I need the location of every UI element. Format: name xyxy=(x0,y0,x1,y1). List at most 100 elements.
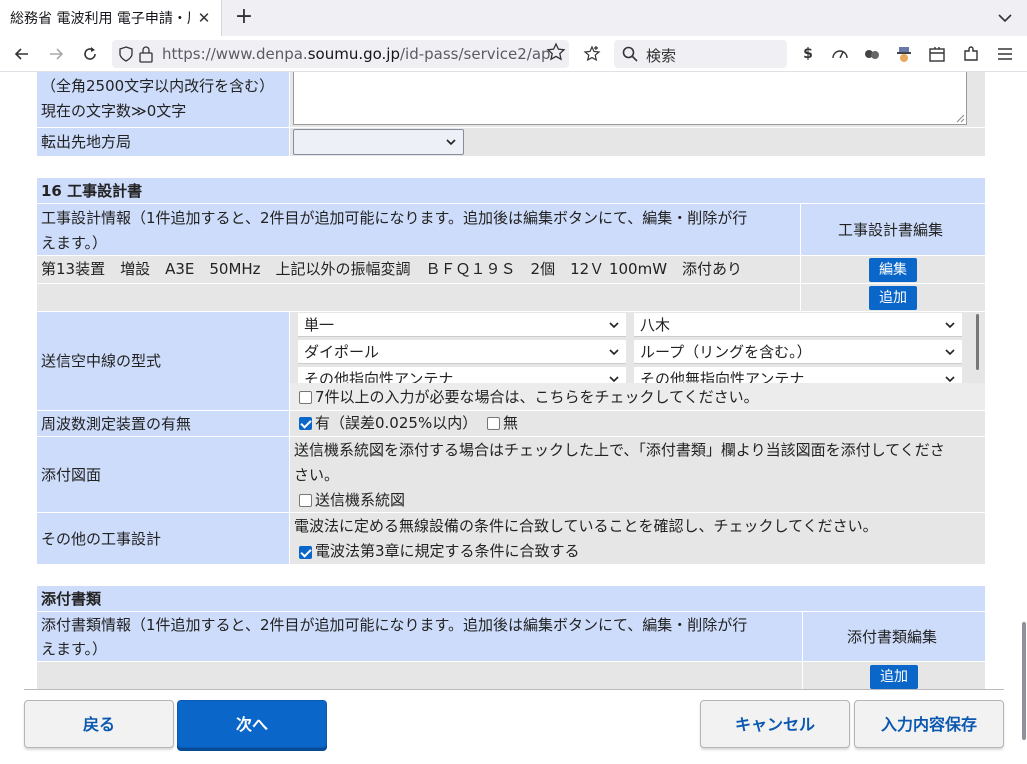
attachments-info-line-1: 添付書類情報（1件追加すると、2件目が追加可能になります。追加後は編集ボタンにて… xyxy=(41,616,748,634)
footer-divider xyxy=(24,689,1004,690)
antenna-select-5[interactable]: その他指向性アンテナ xyxy=(298,367,626,383)
page-scrollbar-thumb[interactable] xyxy=(1022,622,1026,740)
reading-list-icon[interactable] xyxy=(582,44,602,64)
transfer-select[interactable] xyxy=(293,129,464,155)
construction-record-cell: 第13装置 増設 A3E 50MHz 上記以外の振幅変調 ＢＦＱ１９Ｓ 2個 1… xyxy=(37,256,800,283)
freq-yes-label: 有（誤差0.025%以内） xyxy=(315,414,478,432)
tab-title: 総務省 電波利用 電子申請・届 xyxy=(10,11,190,27)
balls-extension-icon[interactable] xyxy=(862,44,882,64)
remarks-hint-1: （全角2500文字以内改行を含む） xyxy=(41,77,275,95)
construction-edit-header-cell: 工事設計書編集 xyxy=(801,204,985,255)
lock-icon[interactable] xyxy=(138,45,154,67)
page-scrollbar[interactable] xyxy=(1021,72,1027,764)
construction-empty-cell xyxy=(37,284,800,311)
construction-edit-header: 工事設計書編集 xyxy=(838,221,944,239)
transfer-value-cell xyxy=(290,128,985,156)
bookmark-star-icon[interactable] xyxy=(546,42,566,66)
antenna-select-1[interactable]: 単一 xyxy=(298,313,626,337)
other-design-checkbox-label: 電波法第3章に規定する条件に合致する xyxy=(315,542,580,560)
chevron-down-icon xyxy=(608,313,620,336)
antenna-more-label: 7件以上の入力が必要な場合は、こちらをチェックしてください。 xyxy=(315,388,759,406)
menu-hamburger-icon[interactable] xyxy=(995,44,1015,64)
extensions-puzzle-icon[interactable] xyxy=(961,44,981,64)
antenna-value-cell: 単一 八木 ダイポール ループ（リングを含む。） その他指向性アンテナ その他無… xyxy=(290,312,985,410)
attachments-section-heading: 添付書類 xyxy=(37,586,985,611)
drawing-label-cell: 添付図面 xyxy=(37,437,289,512)
container-extension-icon[interactable] xyxy=(927,44,947,64)
remarks-hint-2: 現在の文字数≫0文字 xyxy=(41,102,187,120)
other-design-note: 電波法に定める無線設備の条件に合致していることを確認し、チェックしてください。 xyxy=(294,517,878,535)
dollar-extension-icon[interactable]: $ xyxy=(798,44,818,64)
tab-close-icon[interactable]: ✕ xyxy=(195,9,213,27)
chevron-down-icon xyxy=(608,340,620,363)
address-bar[interactable]: https://www.denpa.soumu.go.jp/id-pass/se… xyxy=(112,40,569,68)
antenna-select-2[interactable]: 八木 xyxy=(634,313,962,337)
chevron-down-icon xyxy=(944,313,956,336)
attachments-edit-header: 添付書類編集 xyxy=(847,628,938,646)
construction-section-heading: 16 工事設計書 xyxy=(37,178,985,203)
construction-add-cell: 追加 xyxy=(801,284,985,311)
navigation-toolbar: https://www.denpa.soumu.go.jp/id-pass/se… xyxy=(0,36,1027,72)
construction-info-line-1: 工事設計情報（1件追加すると、2件目が追加可能になります。追加後は編集ボタンにて… xyxy=(41,209,748,227)
search-icon xyxy=(622,46,638,66)
new-tab-icon[interactable]: + xyxy=(232,6,256,30)
antenna-select-4[interactable]: ループ（リングを含む。） xyxy=(634,340,962,364)
resize-grip-icon[interactable] xyxy=(955,113,965,123)
freq-no-checkbox[interactable] xyxy=(487,417,500,430)
tab-list-chevron-icon[interactable] xyxy=(995,8,1015,28)
save-input-button[interactable]: 入力内容保存 xyxy=(854,700,1004,748)
chevron-down-icon xyxy=(944,340,956,363)
construction-record: 第13装置 増設 A3E 50MHz 上記以外の振幅変調 ＢＦＱ１９Ｓ 2個 1… xyxy=(41,260,743,278)
url-text: https://www.denpa.soumu.go.jp/id-pass/se… xyxy=(162,45,551,63)
drawing-note-line-2: さい。 xyxy=(294,466,340,484)
antenna-label-cell: 送信空中線の型式 xyxy=(37,312,289,410)
chevron-down-icon xyxy=(445,130,457,154)
drawing-checkbox[interactable] xyxy=(299,494,312,507)
antenna-more-checkbox[interactable] xyxy=(299,391,312,404)
next-button[interactable]: 次へ xyxy=(177,700,327,748)
gauge-extension-icon[interactable] xyxy=(830,44,850,64)
reload-icon[interactable] xyxy=(78,42,102,66)
construction-info-cell: 工事設計情報（1件追加すると、2件目が追加可能になります。追加後は編集ボタンにて… xyxy=(37,204,800,255)
construction-info-line-2: えます。） xyxy=(41,234,108,252)
other-design-checkbox[interactable] xyxy=(299,546,312,559)
freq-label-cell: 周波数測定装置の有無 xyxy=(37,411,289,436)
search-bar[interactable]: 検索 xyxy=(614,40,787,68)
transfer-label: 転出先地方局 xyxy=(41,133,132,151)
antenna-select-6[interactable]: その他無指向性アンテナ xyxy=(634,367,962,383)
spy-extension-icon[interactable] xyxy=(894,44,914,64)
attachments-info-cell: 添付書類情報（1件追加すると、2件目が追加可能になります。追加後は編集ボタンにて… xyxy=(37,612,802,661)
freq-yes-checkbox[interactable] xyxy=(299,417,312,430)
freq-value-cell: 有（誤差0.025%以内） 無 xyxy=(290,411,985,436)
attachments-info-line-2: えます。） xyxy=(41,640,108,658)
remarks-label-cell: （全角2500文字以内改行を含む） 現在の文字数≫0文字 xyxy=(37,72,289,127)
drawing-note-line-1: 送信機系統図を添付する場合はチェックした上で、「添付書類」欄より当該図面を添付し… xyxy=(294,441,945,459)
remarks-value-cell xyxy=(290,72,985,127)
shield-icon[interactable] xyxy=(118,46,134,66)
construction-edit-button[interactable]: 編集 xyxy=(869,258,917,282)
cancel-button[interactable]: キャンセル xyxy=(700,700,850,748)
chevron-down-icon xyxy=(608,367,620,383)
drawing-checkbox-label: 送信機系統図 xyxy=(315,491,406,509)
chevron-down-icon xyxy=(944,367,956,383)
attachments-add-button[interactable]: 追加 xyxy=(870,665,918,689)
back-button[interactable]: 戻る xyxy=(24,700,174,748)
tab-strip: 総務省 電波利用 電子申請・届 ✕ + xyxy=(0,0,1027,36)
back-arrow-icon[interactable] xyxy=(10,42,34,66)
attachments-empty-cell xyxy=(37,662,802,689)
page-content: （全角2500文字以内改行を含む） 現在の文字数≫0文字 転出先地方局 16 工… xyxy=(0,72,1027,764)
attachments-edit-header-cell: 添付書類編集 xyxy=(803,612,985,661)
drawing-value-cell: 送信機系統図を添付する場合はチェックした上で、「添付書類」欄より当該図面を添付し… xyxy=(290,437,985,512)
attachments-add-cell: 追加 xyxy=(803,662,985,689)
antenna-scrollbar[interactable] xyxy=(976,314,979,370)
other-design-label: その他の工事設計 xyxy=(41,530,162,548)
transfer-label-cell: 転出先地方局 xyxy=(37,128,289,156)
construction-add-button[interactable]: 追加 xyxy=(869,286,917,310)
antenna-select-3[interactable]: ダイポール xyxy=(298,340,626,364)
drawing-label: 添付図面 xyxy=(41,466,102,484)
remarks-textarea[interactable] xyxy=(293,72,967,125)
forward-arrow-icon[interactable] xyxy=(44,42,68,66)
browser-tab[interactable]: 総務省 電波利用 電子申請・届 ✕ xyxy=(0,0,222,36)
antenna-select-scroll-area[interactable]: 単一 八木 ダイポール ループ（リングを含む。） その他指向性アンテナ その他無… xyxy=(294,312,974,383)
construction-edit-cell: 編集 xyxy=(801,256,985,283)
